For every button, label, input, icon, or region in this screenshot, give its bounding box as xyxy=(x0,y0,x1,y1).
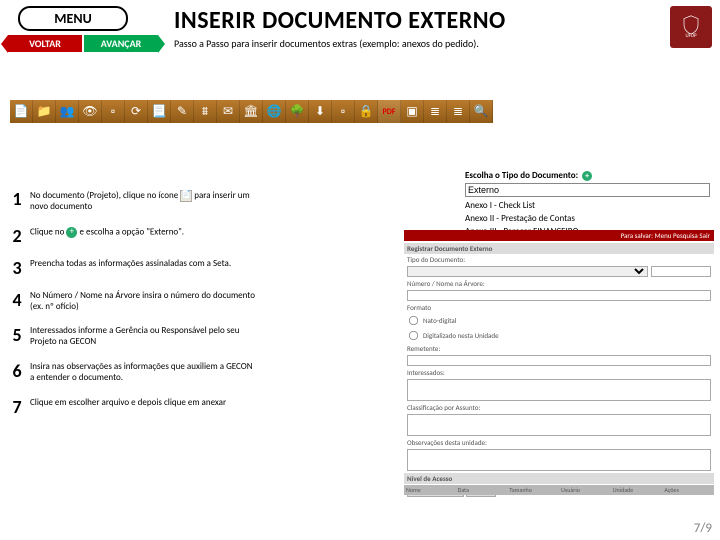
step-3: 3 Preencha todas as informações assinala… xyxy=(8,259,258,277)
ufop-logo: UFOP xyxy=(670,6,712,48)
search-icon[interactable]: 🔍 xyxy=(470,100,493,123)
page2-icon[interactable]: ▫ xyxy=(332,100,355,123)
building-icon[interactable]: 🏛 xyxy=(240,100,263,123)
rem-label: Remetente: xyxy=(407,344,440,353)
doc-type-input[interactable] xyxy=(465,183,710,197)
step-1: 1 No documento (Projeto), clique no ícon… xyxy=(8,190,258,213)
doc-type-option[interactable]: Anexo I - Check List xyxy=(465,199,710,212)
type-select[interactable] xyxy=(407,266,648,277)
fmt-nato-radio[interactable] xyxy=(409,316,418,325)
folder-icon[interactable]: 📁 xyxy=(33,100,56,123)
step-6: 6 Insira nas observações as informações … xyxy=(8,362,258,384)
step-2: 2 Clique no + e escolha a opção "Externo… xyxy=(8,227,258,245)
int-box[interactable] xyxy=(407,379,711,401)
page-subtitle: Passo a Passo para inserir documentos ex… xyxy=(174,37,664,50)
fmt-digi-radio[interactable] xyxy=(409,331,418,340)
register-form: Para salvar: Menu Pesquisa Sair Registra… xyxy=(404,230,714,495)
step-4: 4 No Número / Nome na Árvore insira o nú… xyxy=(8,291,258,313)
tree-icon[interactable]: 🌳 xyxy=(286,100,309,123)
download-icon[interactable]: ⬇ xyxy=(309,100,332,123)
icon-toolbar: 📄 📁 👥 👁 ▫ ⟳ 📃 ✎ ⩩ ✉ 🏛 🌐 🌳 ⬇ ▫ 🔒 PDF ▣ ≣ … xyxy=(10,100,720,123)
doc-type-option[interactable]: Anexo II - Prestação de Contas xyxy=(465,212,710,225)
cls-box[interactable] xyxy=(407,414,711,436)
refresh-icon[interactable]: ⟳ xyxy=(125,100,148,123)
num-field[interactable] xyxy=(407,290,711,301)
page-icon[interactable]: ▫ xyxy=(102,100,125,123)
obs-box[interactable] xyxy=(407,449,711,471)
doc-icon[interactable]: 📃 xyxy=(148,100,171,123)
code-icon[interactable]: ⩩ xyxy=(194,100,217,123)
acc-heading: Nível de Acesso xyxy=(404,473,714,484)
step-list: 1 No documento (Projeto), clique no ícon… xyxy=(8,190,258,430)
nav-box: MENU VOLTAR AVANÇAR xyxy=(8,6,158,52)
rem-field[interactable] xyxy=(407,355,711,366)
mail-icon[interactable]: ✉ xyxy=(217,100,240,123)
num-label: Número / Nome na Árvore: xyxy=(407,279,485,288)
list-icon[interactable]: ≣ xyxy=(424,100,447,123)
obs-label: Observações desta unidade: xyxy=(407,438,487,447)
new-doc-icon: 📄 xyxy=(180,190,192,202)
cls-label: Classificação por Assunto: xyxy=(407,403,480,412)
menu-button[interactable]: MENU xyxy=(18,6,128,31)
pen-icon[interactable]: ✎ xyxy=(171,100,194,123)
fmt-label: Formato xyxy=(407,303,431,312)
plus-icon[interactable]: + xyxy=(582,171,592,181)
doc-type-label: Escolha o Tipo do Documento: + xyxy=(465,170,710,181)
lock-icon[interactable]: 🔒 xyxy=(355,100,378,123)
back-button[interactable]: VOLTAR xyxy=(8,35,82,52)
step-7: 7 Clique em escolher arquivo e depois cl… xyxy=(8,398,258,416)
globe-icon[interactable]: 🌐 xyxy=(263,100,286,123)
step-5: 5 Interessados informe a Gerência ou Res… xyxy=(8,326,258,348)
int-label: Interessados: xyxy=(407,368,445,377)
forward-button[interactable]: AVANÇAR xyxy=(84,35,158,52)
date-field[interactable] xyxy=(651,266,711,277)
stamp-icon[interactable]: ▣ xyxy=(401,100,424,123)
form-footer: Nome Data Tamanho Usuário Unidade Ações xyxy=(404,485,714,495)
doc-type-panel: Escolha o Tipo do Documento: + Anexo I -… xyxy=(465,170,710,238)
plus-icon: + xyxy=(66,227,77,238)
form-topbar: Para salvar: Menu Pesquisa Sair xyxy=(404,230,714,241)
page-title: INSERIR DOCUMENTO EXTERNO xyxy=(174,6,664,35)
form-heading: Registrar Documento Externo xyxy=(404,243,714,254)
page-number: 7/9 xyxy=(694,521,712,536)
eye-icon[interactable]: 👁 xyxy=(79,100,102,123)
people-icon[interactable]: 👥 xyxy=(56,100,79,123)
type-label: Tipo do Documento: xyxy=(407,255,465,264)
list2-icon[interactable]: ≣ xyxy=(447,100,470,123)
file-blank-icon[interactable]: 📄 xyxy=(10,100,33,123)
pdf-icon[interactable]: PDF xyxy=(378,100,401,123)
